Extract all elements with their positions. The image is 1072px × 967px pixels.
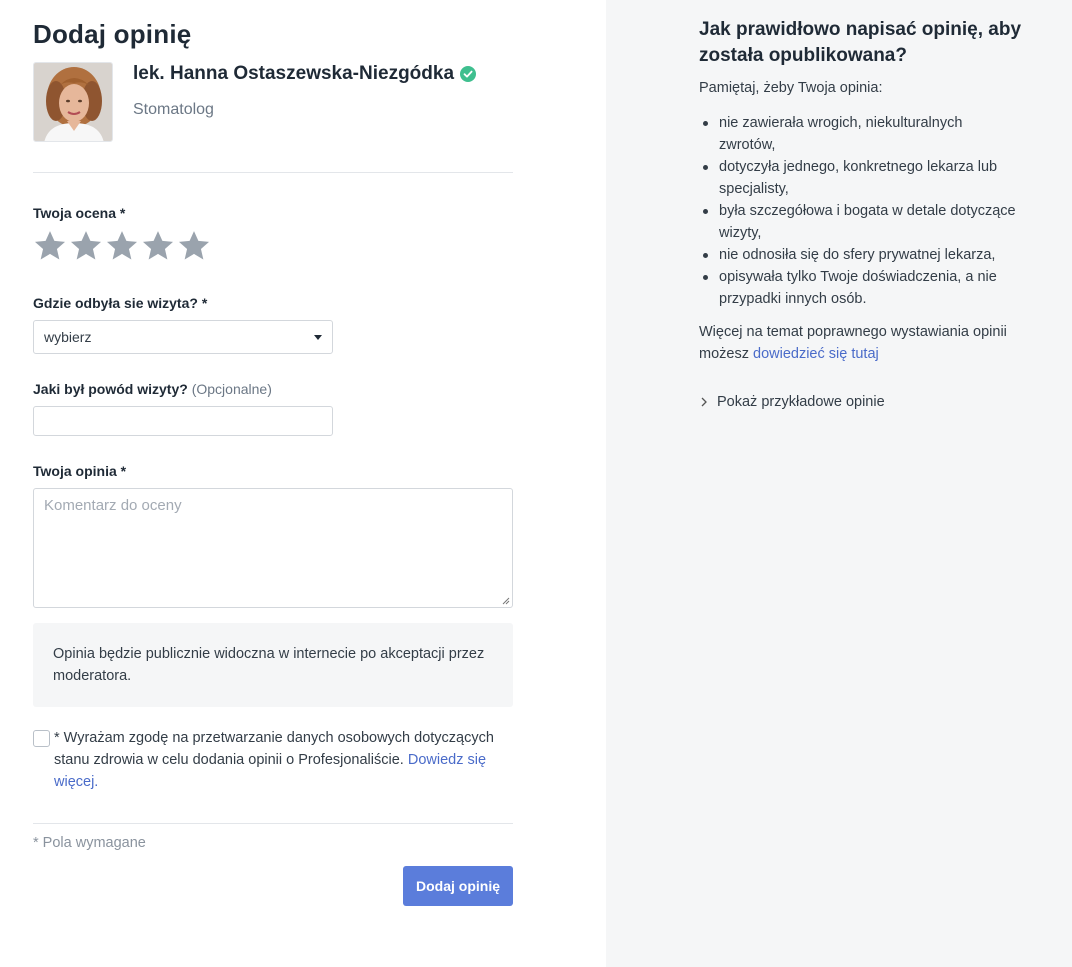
guidelines-intro: Pamiętaj, żeby Twoja opinia: [699,80,883,96]
reason-label-text: Jaki był powód wizyty? [33,381,188,397]
list-item: opisywała tylko Twoje doświadczenia, a n… [699,266,1019,310]
page-title: Dodaj opinię [33,19,192,49]
location-select[interactable]: wybierz [33,320,333,354]
submit-review-button[interactable]: Dodaj opinię [403,866,513,906]
location-select-value: wybierz [44,329,92,345]
reason-label: Jaki był powód wizyty? (Opcjonalne) [33,381,272,397]
show-example-reviews-label: Pokaż przykładowe opinie [717,394,885,410]
show-example-reviews-toggle[interactable]: Pokaż przykładowe opinie [699,394,885,410]
consent-text: * Wyrażam zgodę na przetwarzanie danych … [54,727,516,793]
star-rating[interactable] [33,228,211,264]
doctor-avatar [33,62,113,142]
reason-input[interactable] [33,406,333,436]
star-icon[interactable] [33,228,67,264]
doctor-specialty: Stomatolog [133,101,214,118]
divider [33,823,513,824]
list-item: była szczegółowa i bogata w detale dotyc… [699,200,1019,244]
location-label: Gdzie odbyła sie wizyta? * [33,295,208,311]
consent-checkbox[interactable] [33,730,50,747]
star-icon[interactable] [105,228,139,264]
opinion-placeholder: Komentarz do oceny [44,497,182,514]
doctor-photo [34,63,112,141]
doctor-name[interactable]: lek. Hanna Ostaszewska-Niezgódka [133,63,454,85]
opinion-label: Twoja opinia * [33,463,127,479]
chevron-right-icon [701,397,707,407]
rating-label: Twoja ocena * [33,205,126,221]
star-icon[interactable] [69,228,103,264]
divider [33,172,513,173]
guidelines-more-link[interactable]: dowiedzieć się tutaj [753,346,879,362]
guidelines-more: Więcej na temat poprawnego wystawiania o… [699,321,1009,365]
guidelines-title: Jak prawidłowo napisać opinię, aby zosta… [699,19,1022,66]
moderation-notice: Opinia będzie publicznie widoczna w inte… [33,623,513,707]
list-item: dotyczyła jednego, konkretnego lekarza l… [699,156,1019,200]
list-item: nie odnosiła się do sfery prywatnej leka… [699,244,1019,266]
doctor-name-row: lek. Hanna Ostaszewska-Niezgódka [133,63,477,85]
verified-check-icon [460,66,477,82]
list-item: nie zawierała wrogich, niekulturalnych z… [699,112,1019,156]
review-form-panel: Dodaj opinię lek. Hanna Ostaszewska-Niez… [0,0,606,967]
optional-hint: (Opcjonalne) [191,381,272,397]
required-fields-note: * Pola wymagane [33,835,146,851]
resize-handle-icon[interactable] [502,597,510,605]
guidelines-list: nie zawierała wrogich, niekulturalnych z… [699,112,1019,310]
star-icon[interactable] [177,228,211,264]
star-icon[interactable] [141,228,175,264]
opinion-textarea[interactable]: Komentarz do oceny [33,488,513,608]
caret-down-icon [314,334,322,340]
